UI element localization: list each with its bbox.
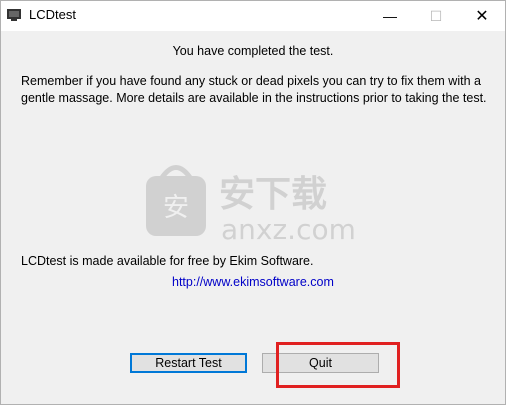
app-icon <box>7 9 21 21</box>
credits-text: LCDtest is made available for free by Ek… <box>21 254 314 268</box>
close-button[interactable]: ✕ <box>459 1 505 31</box>
instructions-message: Remember if you have found any stuck or … <box>21 74 487 105</box>
watermark-logo: 安 安下载 anxz.com <box>146 165 356 246</box>
window-title: LCDtest <box>29 7 76 22</box>
maximize-button[interactable]: ☐ <box>413 1 459 31</box>
watermark-badge: 安 <box>163 193 189 223</box>
minimize-button[interactable]: — <box>367 1 413 31</box>
title-bar[interactable]: LCDtest — ☐ ✕ <box>1 1 505 31</box>
app-window: LCDtest — ☐ ✕ You have completed the tes… <box>0 0 506 405</box>
website-link[interactable]: http://www.ekimsoftware.com <box>172 274 334 291</box>
restart-test-button[interactable]: Restart Test <box>130 353 247 373</box>
quit-highlight-box <box>276 342 400 388</box>
watermark-domain: anxz.com <box>221 213 356 246</box>
completed-message: You have completed the test. <box>172 44 334 58</box>
watermark-chinese: 安下载 <box>219 174 327 215</box>
